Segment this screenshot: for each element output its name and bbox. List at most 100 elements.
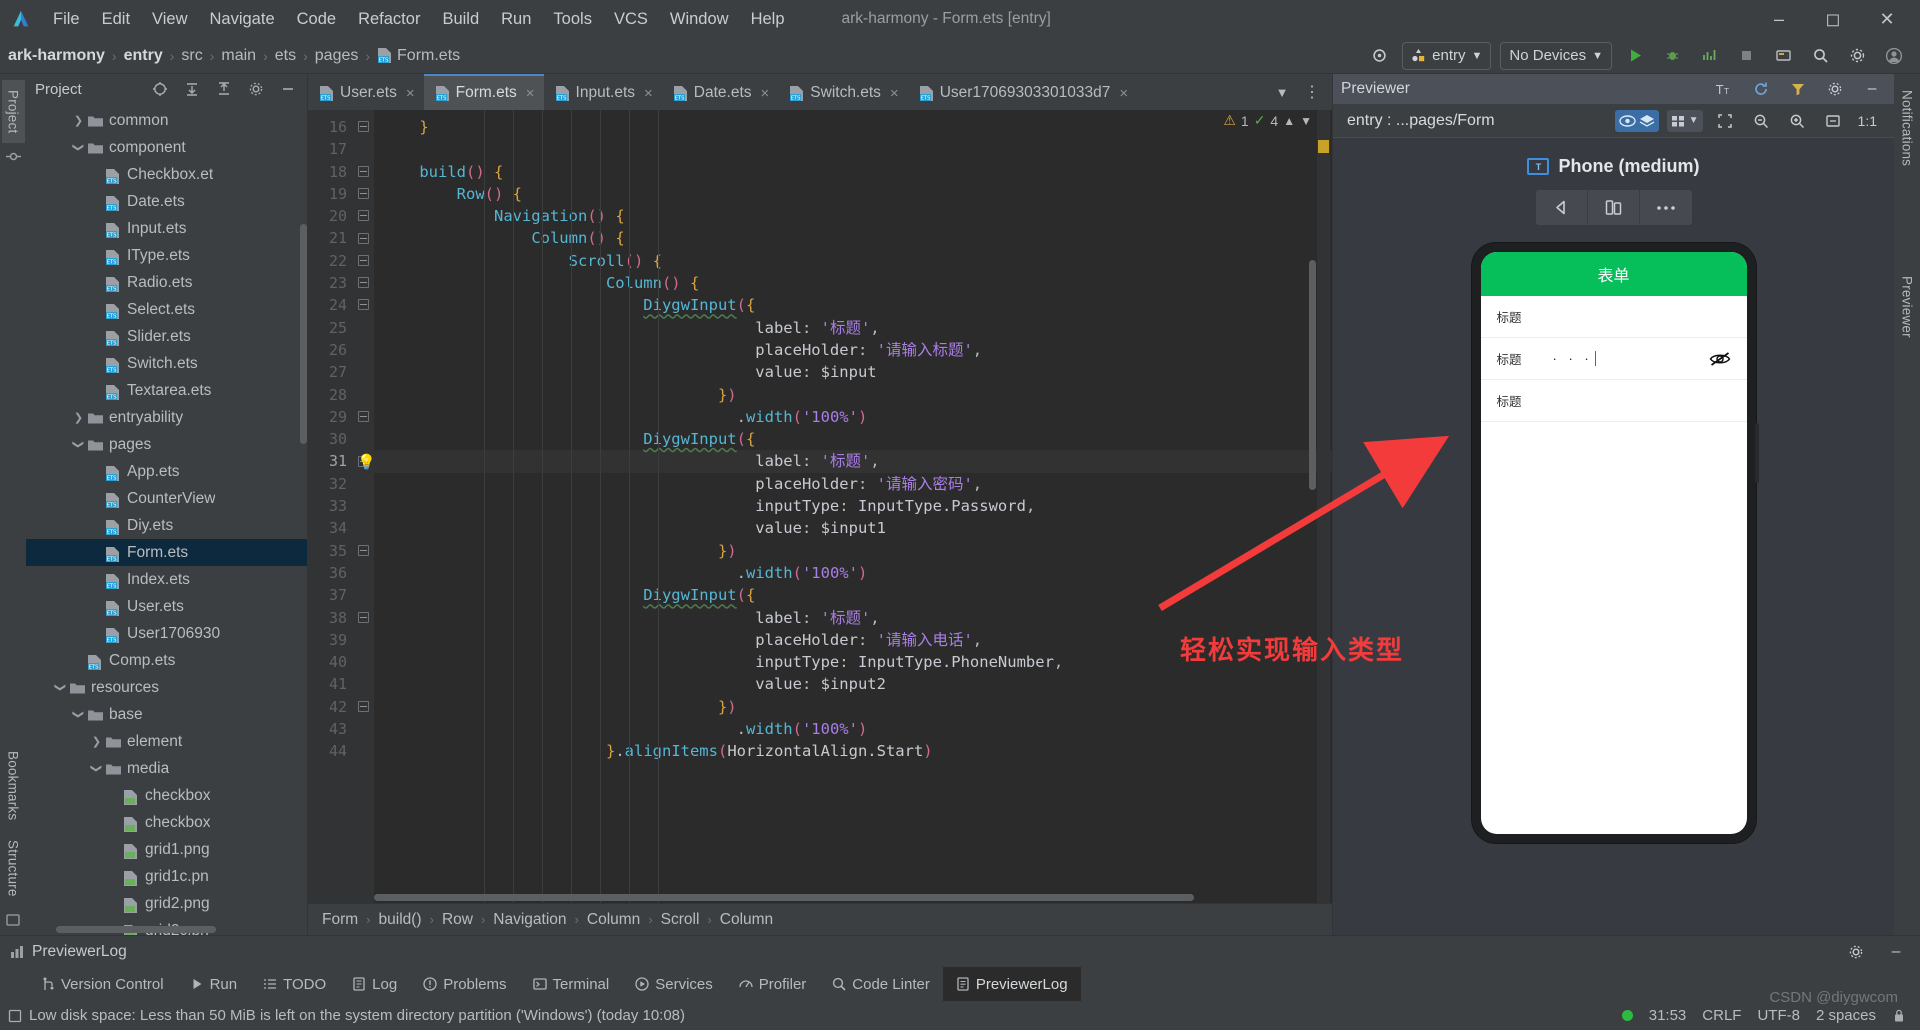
- chevron-down-icon[interactable]: ▼: [1300, 114, 1312, 128]
- breadcrumb-item-file[interactable]: Form.ets: [397, 47, 460, 65]
- intention-bulb-icon[interactable]: 💡: [357, 453, 376, 471]
- bottom-tab[interactable]: Version Control: [28, 967, 177, 1001]
- gear-icon[interactable]: [1842, 938, 1870, 966]
- fold-marker[interactable]: [358, 187, 369, 199]
- code-editor[interactable]: 16 17 18 19 20 21 22 23 24 25 26 27 28 29 30 31 32 33 34 35…: [308, 110, 1332, 903]
- filter-icon[interactable]: [1784, 75, 1812, 103]
- more-vertical-icon[interactable]: ⋮: [1298, 78, 1326, 106]
- sidebar-item-bookmarks[interactable]: Bookmarks: [2, 741, 25, 830]
- frame-icon[interactable]: [1711, 107, 1739, 135]
- code-line[interactable]: .width('100%'): [374, 718, 1332, 740]
- hide-icon[interactable]: –: [1882, 938, 1910, 966]
- chevron-down-icon[interactable]: ▼: [1268, 78, 1296, 106]
- eye-off-icon[interactable]: [1709, 351, 1731, 367]
- sidebar-item-structure[interactable]: Structure: [2, 830, 25, 907]
- tree-horizontal-scrollbar[interactable]: [56, 926, 216, 933]
- close-icon[interactable]: ×: [526, 85, 535, 102]
- close-icon[interactable]: ×: [890, 85, 899, 102]
- code-line[interactable]: [374, 138, 1332, 160]
- editor-breadcrumb-item[interactable]: Column: [587, 911, 640, 929]
- tree-item[interactable]: ❯ component: [26, 134, 307, 161]
- device-selector[interactable]: No Devices ▼: [1500, 41, 1612, 70]
- tree-item[interactable]: ETS Switch.ets: [26, 350, 307, 377]
- maximize-icon[interactable]: ◻: [1806, 0, 1860, 38]
- terminal-rail-icon[interactable]: [6, 913, 20, 927]
- sidebar-item-project[interactable]: Project: [1, 80, 25, 144]
- tree-item[interactable]: ETS Slider.ets: [26, 323, 307, 350]
- close-icon[interactable]: ×: [1119, 85, 1128, 102]
- editor-vertical-scrollbar[interactable]: [1309, 260, 1316, 490]
- sidebar-item-notifications[interactable]: Notifications: [1896, 80, 1919, 176]
- inspection-widget[interactable]: ⚠ 1 ✓ 4 ▲ ▼: [1223, 112, 1312, 129]
- form-row-phone[interactable]: 标题: [1480, 380, 1747, 422]
- tree-item[interactable]: ETS User.ets: [26, 593, 307, 620]
- bottom-tab[interactable]: Services: [622, 967, 726, 1001]
- close-icon[interactable]: ×: [644, 85, 653, 102]
- code-content[interactable]: } build() { Row() { Navigation() { Colum…: [374, 110, 1332, 903]
- device-manager-icon[interactable]: [1769, 42, 1797, 70]
- tree-item[interactable]: grid2.png: [26, 890, 307, 917]
- tree-item[interactable]: ❯ pages: [26, 431, 307, 458]
- code-line[interactable]: Column() {: [374, 227, 1332, 249]
- code-line[interactable]: }): [374, 384, 1332, 406]
- form-row-title[interactable]: 标题: [1480, 296, 1747, 338]
- editor-tab[interactable]: ETS Input.ets ×: [544, 74, 662, 110]
- bottom-tab[interactable]: Terminal: [520, 967, 623, 1001]
- code-line[interactable]: label: '标题',: [374, 607, 1332, 629]
- code-folding-column[interactable]: 💡: [354, 110, 376, 903]
- status-message[interactable]: Low disk space: Less than 50 MiB is left…: [29, 1007, 685, 1024]
- tree-vertical-scrollbar[interactable]: [300, 224, 307, 444]
- menu-item-tools[interactable]: Tools: [542, 5, 603, 34]
- zoom-out-icon[interactable]: [1747, 107, 1775, 135]
- tree-item[interactable]: ETS Comp.ets: [26, 647, 307, 674]
- fold-marker[interactable]: [358, 700, 369, 712]
- code-line[interactable]: value: $input1: [374, 517, 1332, 539]
- code-line[interactable]: DiygwInput({: [374, 584, 1332, 606]
- multi-device-icon[interactable]: [1588, 190, 1640, 225]
- layers-icon[interactable]: [1639, 114, 1655, 128]
- breadcrumb-item-project[interactable]: ark-harmony: [8, 47, 105, 65]
- bottom-tab[interactable]: Code Linter: [819, 967, 943, 1001]
- close-icon[interactable]: ×: [406, 85, 415, 102]
- fold-marker[interactable]: [358, 611, 369, 623]
- run-icon[interactable]: [1621, 42, 1649, 70]
- bottom-tab[interactable]: TODO: [250, 967, 339, 1001]
- phone-screen[interactable]: 表单 标题 标题 · · · 标题: [1480, 252, 1747, 834]
- editor-breadcrumb-item[interactable]: Form: [322, 911, 358, 929]
- account-icon[interactable]: [1880, 42, 1908, 70]
- bottom-tab[interactable]: PreviewerLog: [942, 967, 1081, 1001]
- tree-item[interactable]: ETS CounterView: [26, 485, 307, 512]
- menu-item-window[interactable]: Window: [659, 5, 740, 34]
- editor-breadcrumb-item[interactable]: Column: [720, 911, 773, 929]
- expand-all-icon[interactable]: [178, 75, 206, 103]
- tree-item[interactable]: ETS Form.ets: [26, 539, 307, 566]
- menu-item-refactor[interactable]: Refactor: [347, 5, 431, 34]
- breadcrumb-item-pages[interactable]: pages: [315, 47, 359, 65]
- tree-item[interactable]: ETS Diy.ets: [26, 512, 307, 539]
- tree-item[interactable]: ETS User1706930: [26, 620, 307, 647]
- fold-marker[interactable]: [358, 410, 369, 422]
- line-separator[interactable]: CRLF: [1702, 1007, 1741, 1024]
- chevron-right-icon[interactable]: ❯: [88, 735, 105, 748]
- code-line[interactable]: Scroll() {: [374, 250, 1332, 272]
- hide-icon[interactable]: [274, 75, 302, 103]
- chevron-down-icon[interactable]: ❯: [72, 706, 85, 723]
- tree-item[interactable]: grid1c.pn: [26, 863, 307, 890]
- editor-tab[interactable]: ETS User.ets ×: [308, 74, 424, 110]
- more-options-icon[interactable]: [1640, 190, 1692, 225]
- editor-tab[interactable]: ETS Date.ets ×: [662, 74, 779, 110]
- bottom-tab[interactable]: Profiler: [726, 967, 820, 1001]
- code-line[interactable]: }): [374, 696, 1332, 718]
- chevron-down-icon[interactable]: ❯: [72, 139, 85, 156]
- fold-marker[interactable]: [358, 121, 369, 132]
- menu-item-help[interactable]: Help: [740, 5, 796, 34]
- code-line[interactable]: }.alignItems(HorizontalAlign.Start): [374, 740, 1332, 762]
- fold-marker[interactable]: [358, 232, 369, 244]
- module-selector[interactable]: entry ▼: [1402, 41, 1492, 70]
- fold-marker[interactable]: [358, 299, 369, 311]
- tree-item[interactable]: ❯ media: [26, 755, 307, 782]
- code-line[interactable]: value: $input: [374, 361, 1332, 383]
- close-icon[interactable]: ×: [761, 85, 770, 102]
- tree-item[interactable]: ❯ common: [26, 107, 307, 134]
- file-encoding[interactable]: UTF-8: [1757, 1007, 1800, 1024]
